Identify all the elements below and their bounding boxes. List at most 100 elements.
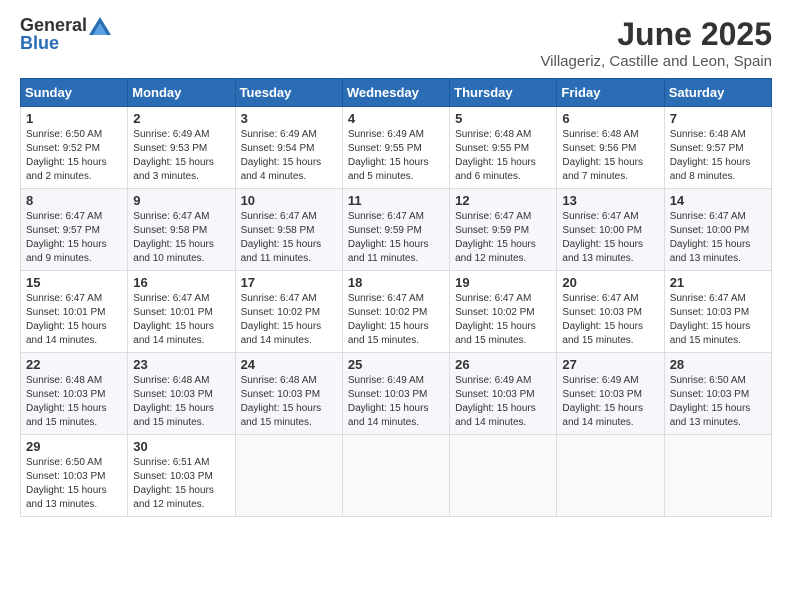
day-info: Sunrise: 6:48 AMSunset: 9:55 PMDaylight:… [455,128,551,184]
day-info: Sunrise: 6:49 AMSunset: 9:53 PMDaylight:… [133,128,229,184]
calendar-cell: 27Sunrise: 6:49 AMSunset: 10:03 PMDaylig… [557,353,664,435]
calendar-title: June 2025 [540,16,772,53]
calendar-cell: 23Sunrise: 6:48 AMSunset: 10:03 PMDaylig… [128,353,235,435]
calendar-cell: 18 Sunrise: 6:47 AMSunset: 10:02 PMDaylig… [342,271,449,353]
day-info: Sunrise: 6:48 AMSunset: 9:57 PMDaylight:… [670,128,766,184]
day-header-friday: Friday [557,79,664,107]
day-info: Sunrise: 6:47 AMSunset: 10:03 PMDaylight… [562,292,658,348]
day-number: 11 [348,193,444,208]
day-info: Sunrise: 6:47 AMSunset: 9:58 PMDaylight:… [133,210,229,266]
logo: General Blue [20,16,111,54]
calendar-cell [450,435,557,517]
day-info: Sunrise: 6:49 AMSunset: 9:55 PMDaylight:… [348,128,444,184]
day-info: Sunrise: 6:51 AMSunset: 10:03 PMDaylight… [133,456,229,512]
day-header-wednesday: Wednesday [342,79,449,107]
calendar-week-4: 22 Sunrise: 6:48 AMSunset: 10:03 PMDaylig… [21,353,772,435]
day-number: 13 [562,193,658,208]
header-row: SundayMondayTuesdayWednesdayThursdayFrid… [21,79,772,107]
day-info: Sunrise: 6:48 AMSunset: 10:03 PMDaylight… [241,374,337,430]
day-header-tuesday: Tuesday [235,79,342,107]
day-number: 12 [455,193,551,208]
day-number: 21 [670,275,766,290]
day-info: Sunrise: 6:47 AMSunset: 9:57 PMDaylight:… [26,210,122,266]
calendar-cell: 2 Sunrise: 6:49 AMSunset: 9:53 PMDaylight… [128,107,235,189]
day-number: 1 [26,111,122,126]
calendar-cell: 11Sunrise: 6:47 AMSunset: 9:59 PMDayligh… [342,189,449,271]
calendar-cell: 16Sunrise: 6:47 AMSunset: 10:01 PMDaylig… [128,271,235,353]
calendar-cell: 12 Sunrise: 6:47 AMSunset: 9:59 PMDayligh… [450,189,557,271]
calendar-cell: 19 Sunrise: 6:47 AMSunset: 10:02 PMDaylig… [450,271,557,353]
calendar-cell: 17 Sunrise: 6:47 AMSunset: 10:02 PMDaylig… [235,271,342,353]
logo-icon [89,17,111,35]
header: General Blue June 2025 Villageriz, Casti… [20,16,772,70]
day-number: 7 [670,111,766,126]
day-info: Sunrise: 6:49 AMSunset: 10:03 PMDaylight… [348,374,444,430]
day-number: 26 [455,357,551,372]
calendar-cell: 22 Sunrise: 6:48 AMSunset: 10:03 PMDaylig… [21,353,128,435]
day-number: 23 [133,357,229,372]
day-number: 19 [455,275,551,290]
day-info: Sunrise: 6:47 AMSunset: 10:02 PMDaylight… [348,292,444,348]
day-info: Sunrise: 6:48 AMSunset: 9:56 PMDaylight:… [562,128,658,184]
day-number: 15 [26,275,122,290]
day-number: 6 [562,111,658,126]
day-number: 18 [348,275,444,290]
calendar-week-5: 29Sunrise: 6:50 AMSunset: 10:03 PMDaylig… [21,435,772,517]
day-number: 5 [455,111,551,126]
day-info: Sunrise: 6:49 AMSunset: 10:03 PMDaylight… [562,374,658,430]
calendar-cell: 1 Sunrise: 6:50 AMSunset: 9:52 PMDaylight… [21,107,128,189]
calendar-cell: 21 Sunrise: 6:47 AMSunset: 10:03 PMDaylig… [664,271,771,353]
calendar-cell: 6 Sunrise: 6:48 AMSunset: 9:56 PMDaylight… [557,107,664,189]
calendar-table: SundayMondayTuesdayWednesdayThursdayFrid… [20,78,772,517]
calendar-week-1: 1 Sunrise: 6:50 AMSunset: 9:52 PMDaylight… [21,107,772,189]
calendar-cell: 15 Sunrise: 6:47 AMSunset: 10:01 PMDaylig… [21,271,128,353]
day-header-sunday: Sunday [21,79,128,107]
day-number: 28 [670,357,766,372]
calendar-week-3: 15 Sunrise: 6:47 AMSunset: 10:01 PMDaylig… [21,271,772,353]
day-number: 8 [26,193,122,208]
day-number: 17 [241,275,337,290]
day-number: 22 [26,357,122,372]
day-info: Sunrise: 6:50 AMSunset: 9:52 PMDaylight:… [26,128,122,184]
day-info: Sunrise: 6:48 AMSunset: 10:03 PMDaylight… [26,374,122,430]
calendar-cell [557,435,664,517]
day-info: Sunrise: 6:50 AMSunset: 10:03 PMDaylight… [26,456,122,512]
day-number: 30 [133,439,229,454]
day-number: 24 [241,357,337,372]
calendar-cell: 25 Sunrise: 6:49 AMSunset: 10:03 PMDaylig… [342,353,449,435]
calendar-cell: 8 Sunrise: 6:47 AMSunset: 9:57 PMDaylight… [21,189,128,271]
day-info: Sunrise: 6:47 AMSunset: 10:02 PMDaylight… [241,292,337,348]
day-info: Sunrise: 6:47 AMSunset: 10:02 PMDaylight… [455,292,551,348]
calendar-cell: 28Sunrise: 6:50 AMSunset: 10:03 PMDaylig… [664,353,771,435]
calendar-cell: 24 Sunrise: 6:48 AMSunset: 10:03 PMDaylig… [235,353,342,435]
calendar-cell: 30 Sunrise: 6:51 AMSunset: 10:03 PMDaylig… [128,435,235,517]
calendar-cell: 5 Sunrise: 6:48 AMSunset: 9:55 PMDaylight… [450,107,557,189]
day-number: 2 [133,111,229,126]
logo-blue: Blue [20,34,59,54]
day-info: Sunrise: 6:47 AMSunset: 10:03 PMDaylight… [670,292,766,348]
day-number: 14 [670,193,766,208]
calendar-cell: 20 Sunrise: 6:47 AMSunset: 10:03 PMDaylig… [557,271,664,353]
calendar-cell: 9Sunrise: 6:47 AMSunset: 9:58 PMDaylight… [128,189,235,271]
day-header-thursday: Thursday [450,79,557,107]
day-number: 3 [241,111,337,126]
day-header-monday: Monday [128,79,235,107]
calendar-cell: 4 Sunrise: 6:49 AMSunset: 9:55 PMDaylight… [342,107,449,189]
calendar-cell: 10Sunrise: 6:47 AMSunset: 9:58 PMDayligh… [235,189,342,271]
day-info: Sunrise: 6:49 AMSunset: 9:54 PMDaylight:… [241,128,337,184]
day-info: Sunrise: 6:47 AMSunset: 10:00 PMDaylight… [562,210,658,266]
day-number: 20 [562,275,658,290]
calendar-cell [235,435,342,517]
day-info: Sunrise: 6:47 AMSunset: 9:59 PMDaylight:… [455,210,551,266]
calendar-cell [664,435,771,517]
day-number: 4 [348,111,444,126]
calendar-week-2: 8 Sunrise: 6:47 AMSunset: 9:57 PMDaylight… [21,189,772,271]
day-number: 25 [348,357,444,372]
day-header-saturday: Saturday [664,79,771,107]
day-info: Sunrise: 6:47 AMSunset: 10:01 PMDaylight… [26,292,122,348]
day-info: Sunrise: 6:47 AMSunset: 10:01 PMDaylight… [133,292,229,348]
calendar-cell: 26Sunrise: 6:49 AMSunset: 10:03 PMDaylig… [450,353,557,435]
day-info: Sunrise: 6:47 AMSunset: 9:58 PMDaylight:… [241,210,337,266]
calendar-subtitle: Villageriz, Castille and Leon, Spain [540,53,772,70]
calendar-cell: 3 Sunrise: 6:49 AMSunset: 9:54 PMDaylight… [235,107,342,189]
